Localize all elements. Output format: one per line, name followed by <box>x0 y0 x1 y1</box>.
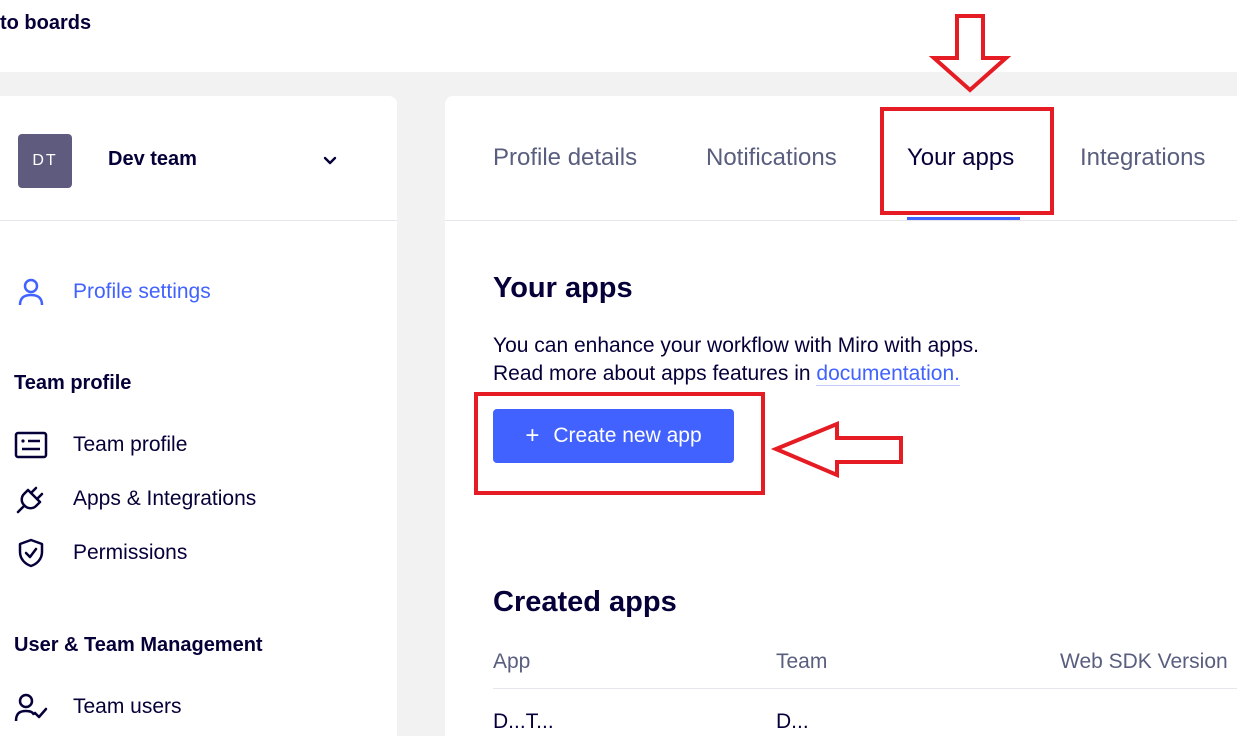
sidebar-item-apps-integrations[interactable]: Apps & Integrations <box>14 481 384 517</box>
description-line-2-prefix: Read more about apps features in <box>493 362 811 385</box>
column-header-team: Team <box>776 650 828 673</box>
sidebar-item-label: Profile settings <box>73 280 211 303</box>
tab-notifications[interactable]: Notifications <box>706 144 837 172</box>
sidebar-item-profile-settings[interactable]: Profile settings <box>14 274 384 310</box>
user-icon <box>14 275 48 309</box>
create-new-app-label: Create new app <box>553 424 702 447</box>
chevron-down-icon[interactable] <box>320 150 340 170</box>
sidebar: DT Dev team Profile settings Team profil… <box>0 96 397 736</box>
users-check-icon <box>14 690 48 724</box>
tab-your-apps[interactable]: Your apps <box>907 144 1014 172</box>
sidebar-item-label: Apps & Integrations <box>73 487 257 510</box>
create-new-app-button[interactable]: + Create new app <box>493 409 734 463</box>
column-header-web-sdk-version: Web SDK Version <box>1060 650 1228 673</box>
tab-profile-details[interactable]: Profile details <box>493 144 637 172</box>
sidebar-item-label: Team profile <box>73 433 188 456</box>
back-to-boards-link[interactable]: to boards <box>0 12 91 35</box>
tab-integrations[interactable]: Integrations <box>1080 144 1205 172</box>
documentation-link[interactable]: documentation. <box>816 362 960 386</box>
plug-icon <box>14 482 48 516</box>
main-panel: Profile details Notifications Your apps … <box>445 96 1237 736</box>
your-apps-description: You can enhance your workflow with Miro … <box>493 332 979 388</box>
plus-icon: + <box>525 422 540 449</box>
team-name: Dev team <box>108 148 197 170</box>
your-apps-heading: Your apps <box>493 272 633 304</box>
tab-bar: Profile details Notifications Your apps … <box>445 96 1237 221</box>
table-row-team-cell: D... <box>776 710 809 733</box>
description-line-2: Read more about apps features in documen… <box>493 360 979 388</box>
created-apps-heading: Created apps <box>493 586 677 618</box>
active-tab-indicator <box>907 217 1020 220</box>
column-header-app: App <box>493 650 531 673</box>
shield-check-icon <box>14 536 48 570</box>
table-row-app-cell[interactable]: D...T... <box>493 710 554 734</box>
section-title-team-profile: Team profile <box>14 372 132 394</box>
table-header-divider <box>493 688 1237 689</box>
team-avatar: DT <box>18 134 72 188</box>
team-switcher[interactable]: DT Dev team <box>0 96 397 221</box>
description-line-1: You can enhance your workflow with Miro … <box>493 334 979 357</box>
list-card-icon <box>14 428 48 462</box>
sidebar-item-permissions[interactable]: Permissions <box>14 535 384 571</box>
sidebar-item-label: Permissions <box>73 541 188 564</box>
top-bar: to boards <box>0 0 1237 72</box>
sidebar-item-label: Team users <box>73 695 182 718</box>
section-title-user-team-management: User & Team Management <box>14 634 263 656</box>
sidebar-item-team-profile[interactable]: Team profile <box>14 427 384 463</box>
sidebar-item-team-users[interactable]: Team users <box>14 689 384 725</box>
